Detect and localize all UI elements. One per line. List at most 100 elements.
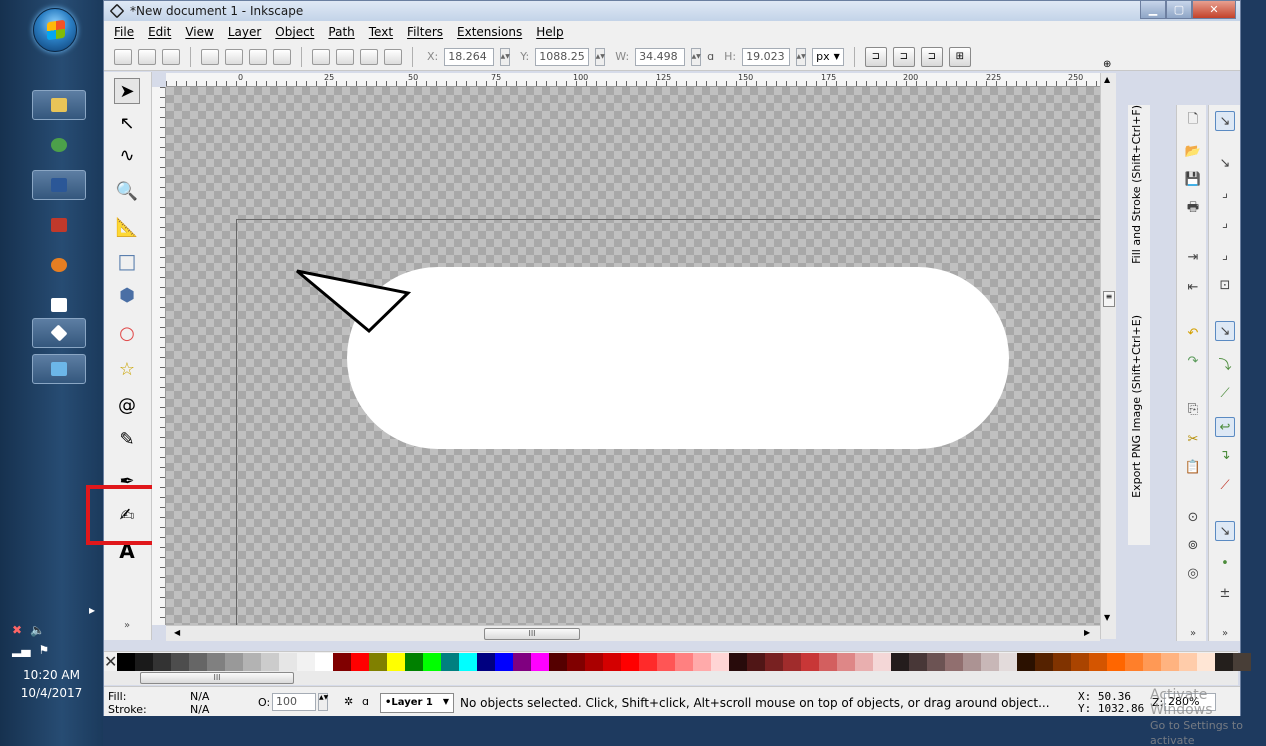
opacity-input[interactable]: 100 bbox=[272, 693, 316, 711]
color-swatch[interactable] bbox=[1233, 652, 1252, 671]
scroll-thumb[interactable]: ≡ bbox=[1103, 291, 1115, 307]
menu-object[interactable]: Object bbox=[275, 25, 314, 39]
color-swatch[interactable] bbox=[333, 652, 352, 671]
taskbar-file-button[interactable] bbox=[32, 290, 86, 320]
opacity-spinner[interactable]: ▲▼ bbox=[318, 693, 328, 711]
color-swatch[interactable] bbox=[423, 652, 442, 671]
menu-filters[interactable]: Filters bbox=[407, 25, 443, 39]
volume-icon[interactable]: 🔈 bbox=[30, 623, 45, 637]
color-swatch[interactable] bbox=[1089, 652, 1108, 671]
color-swatch[interactable] bbox=[459, 652, 478, 671]
rotate-ccw-icon[interactable] bbox=[201, 48, 219, 65]
color-swatch[interactable] bbox=[567, 652, 586, 671]
signal-icon[interactable]: ▂▄ bbox=[12, 643, 30, 657]
snap-midpoint-icon[interactable]: ⟋ bbox=[1215, 475, 1235, 495]
deselect-icon[interactable] bbox=[162, 48, 180, 65]
snap-bbox-edge-icon[interactable]: ⌟ bbox=[1215, 183, 1235, 203]
color-swatch[interactable] bbox=[135, 652, 154, 671]
stroke-value[interactable]: N/A bbox=[190, 703, 209, 716]
color-swatch[interactable] bbox=[963, 652, 982, 671]
copy-icon[interactable]: ⎘ bbox=[1183, 399, 1203, 419]
h-spinner[interactable]: ▲▼ bbox=[796, 47, 807, 66]
color-swatch[interactable] bbox=[279, 652, 298, 671]
scale-stroke-button[interactable]: ⊐ bbox=[864, 46, 887, 67]
network-warning-icon[interactable]: ✖ bbox=[12, 623, 22, 637]
snap-bbox-corner-icon[interactable]: ⌟ bbox=[1215, 213, 1235, 233]
node-tool-icon[interactable]: ↖ bbox=[114, 110, 140, 136]
star-tool-icon[interactable]: ☆ bbox=[114, 356, 140, 382]
3d-box-tool-icon[interactable]: ⬢ bbox=[114, 282, 140, 308]
close-button[interactable]: ✕ bbox=[1192, 1, 1236, 19]
color-swatch[interactable] bbox=[1071, 652, 1090, 671]
color-swatch[interactable] bbox=[1215, 652, 1234, 671]
color-swatch[interactable] bbox=[495, 652, 514, 671]
color-swatch[interactable] bbox=[189, 652, 208, 671]
selector-tool-icon[interactable]: ➤ bbox=[114, 78, 140, 104]
more-tools-icon[interactable]: » bbox=[114, 612, 140, 638]
export-icon[interactable]: ⇤ bbox=[1183, 277, 1203, 297]
color-swatch[interactable] bbox=[909, 652, 928, 671]
scroll-down-icon[interactable]: ▼ bbox=[1104, 613, 1110, 622]
snap-toggle-icon[interactable]: ↘ bbox=[1215, 111, 1235, 131]
raise-to-top-icon[interactable] bbox=[384, 48, 402, 65]
zoom-page-icon[interactable]: ◎ bbox=[1183, 563, 1203, 583]
color-swatch[interactable] bbox=[999, 652, 1018, 671]
color-swatch[interactable] bbox=[1035, 652, 1054, 671]
x-input[interactable]: 18.264 bbox=[444, 47, 495, 66]
start-button[interactable] bbox=[33, 8, 77, 52]
color-swatch[interactable] bbox=[639, 652, 658, 671]
vertical-scrollbar[interactable]: ⊕ ▲ ≡ ▼ bbox=[1100, 59, 1116, 639]
color-swatch[interactable] bbox=[783, 652, 802, 671]
flip-horizontal-icon[interactable] bbox=[249, 48, 267, 65]
transform-gradients-button[interactable]: ⊐ bbox=[920, 46, 943, 67]
transform-patterns-button[interactable]: ⊞ bbox=[948, 46, 971, 67]
layer-select[interactable]: •Layer 1 ▼ bbox=[380, 693, 454, 713]
show-hidden-icons[interactable]: ▸ bbox=[0, 600, 103, 620]
taskbar-paint-button[interactable] bbox=[32, 354, 86, 384]
snap-bbox-icon[interactable]: ↘ bbox=[1215, 153, 1235, 173]
snap-intersection-icon[interactable]: ⟋ bbox=[1215, 383, 1235, 403]
color-swatch[interactable] bbox=[1107, 652, 1126, 671]
taskbar-explorer-button[interactable] bbox=[32, 90, 86, 120]
maximize-button[interactable]: ▢ bbox=[1166, 1, 1192, 19]
color-swatch[interactable] bbox=[315, 652, 334, 671]
rotate-cw-icon[interactable] bbox=[225, 48, 243, 65]
taskbar-chrome-button[interactable] bbox=[32, 130, 86, 160]
color-swatch[interactable] bbox=[981, 652, 1000, 671]
zoom-selection-icon[interactable]: ⊙ bbox=[1183, 507, 1203, 527]
measure-tool-icon[interactable]: 📐 bbox=[114, 214, 140, 240]
menu-layer[interactable]: Layer bbox=[228, 25, 261, 39]
h-input[interactable]: 19.023 bbox=[742, 47, 791, 66]
zoom-tool-icon[interactable]: 🔍 bbox=[114, 178, 140, 204]
color-swatch[interactable] bbox=[297, 652, 316, 671]
color-swatch[interactable] bbox=[1053, 652, 1072, 671]
new-document-icon[interactable]: 🗋 bbox=[1183, 111, 1203, 131]
color-swatch[interactable] bbox=[1179, 652, 1198, 671]
more-snap-icon[interactable]: » bbox=[1215, 623, 1235, 643]
clock[interactable]: 10:20 AM 10/4/2017 bbox=[0, 666, 103, 702]
lower-to-bottom-icon[interactable] bbox=[312, 48, 330, 65]
unit-select[interactable]: px ▼ bbox=[812, 47, 844, 66]
cut-icon[interactable]: ✂ bbox=[1183, 429, 1203, 449]
color-swatch[interactable] bbox=[603, 652, 622, 671]
snap-center-icon[interactable]: • bbox=[1215, 553, 1235, 573]
scroll-up-icon[interactable]: ▲ bbox=[1104, 75, 1110, 84]
select-all-layers-icon[interactable] bbox=[138, 48, 156, 65]
snap-bbox-midpoint-icon[interactable]: ⌟ bbox=[1215, 245, 1235, 265]
pencil-tool-icon[interactable]: ✎ bbox=[114, 426, 140, 452]
color-swatch[interactable] bbox=[513, 652, 532, 671]
lock-icon[interactable]: ɑ bbox=[707, 50, 714, 63]
save-icon[interactable]: 💾 bbox=[1183, 169, 1203, 189]
y-spinner[interactable]: ▲▼ bbox=[595, 47, 606, 66]
color-swatch[interactable] bbox=[945, 652, 964, 671]
color-swatch[interactable] bbox=[117, 652, 136, 671]
color-swatch[interactable] bbox=[891, 652, 910, 671]
layer-visibility-icon[interactable]: ✲ bbox=[344, 695, 353, 708]
color-swatch[interactable] bbox=[819, 652, 838, 671]
spiral-tool-icon[interactable]: @ bbox=[114, 392, 140, 418]
color-swatch[interactable] bbox=[657, 652, 676, 671]
speech-bubble-body[interactable] bbox=[347, 267, 1009, 449]
color-swatch[interactable] bbox=[369, 652, 388, 671]
menu-edit[interactable]: Edit bbox=[148, 25, 171, 39]
color-swatch[interactable] bbox=[549, 652, 568, 671]
